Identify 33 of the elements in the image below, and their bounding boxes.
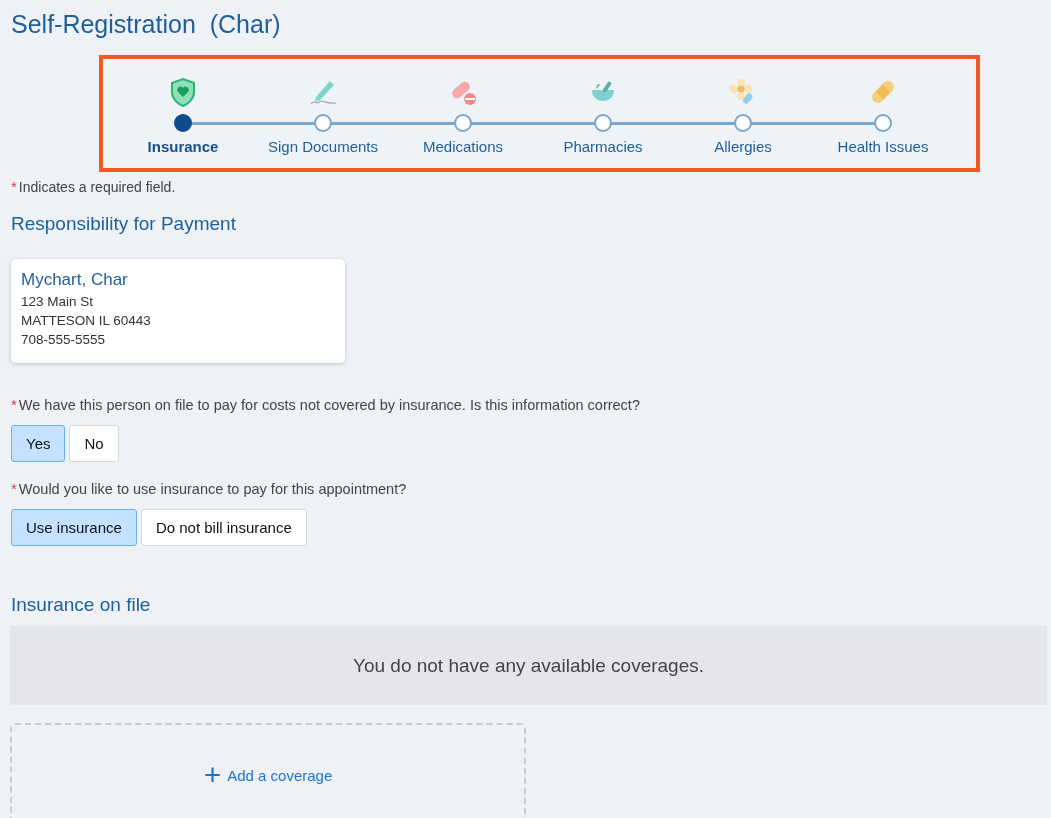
step-label[interactable]: Sign Documents [267, 138, 379, 155]
guarantor-card[interactable]: Mychart, Char 123 Main St MATTESON IL 60443 708-555-5555 [11, 259, 345, 363]
step-label[interactable]: Allergies [714, 138, 772, 155]
step-label[interactable]: Medications [422, 138, 503, 155]
answer-option[interactable]: No [69, 425, 119, 462]
required-asterisk: * [11, 480, 17, 497]
step-node[interactable] [174, 114, 192, 132]
required-asterisk: * [11, 396, 17, 413]
shield-heart-icon [170, 77, 196, 107]
step-node[interactable] [874, 114, 892, 132]
answer-option[interactable]: Do not bill insurance [140, 509, 307, 546]
page-title: Self-Registration (Char) [11, 9, 282, 40]
step-node[interactable] [314, 114, 332, 132]
step-label[interactable]: Health Issues [837, 138, 929, 155]
section-heading: Responsibility for Payment [11, 213, 237, 235]
step-node[interactable] [734, 114, 752, 132]
question-text: Would you like to use insurance to pay for this appointment? [18, 481, 407, 497]
add-coverage-button[interactable]: + Add a coverage [10, 723, 526, 818]
step-node[interactable] [594, 114, 612, 132]
required-asterisk: * [11, 178, 17, 195]
step-label[interactable]: Pharmacies [563, 138, 643, 155]
empty-coverage-message: You do not have any available coverages. [10, 626, 1047, 705]
answer-option[interactable]: Yes [11, 425, 66, 462]
address-line: MATTESON IL 60443 [21, 312, 152, 330]
guarantor-name: Mychart, Char [21, 270, 129, 290]
step-node[interactable] [454, 114, 472, 132]
address-line: 708-555-5555 [21, 331, 107, 349]
required-note: Indicates a required field. [18, 179, 176, 195]
question-text: We have this person on file to pay for costs not covered by insurance. Is this information correct? [18, 397, 640, 413]
step-label[interactable]: Insurance [147, 138, 219, 155]
section-heading: Insurance on file [11, 594, 152, 616]
answer-option[interactable]: Use insurance [11, 509, 137, 546]
address-line: 123 Main St [21, 293, 95, 311]
